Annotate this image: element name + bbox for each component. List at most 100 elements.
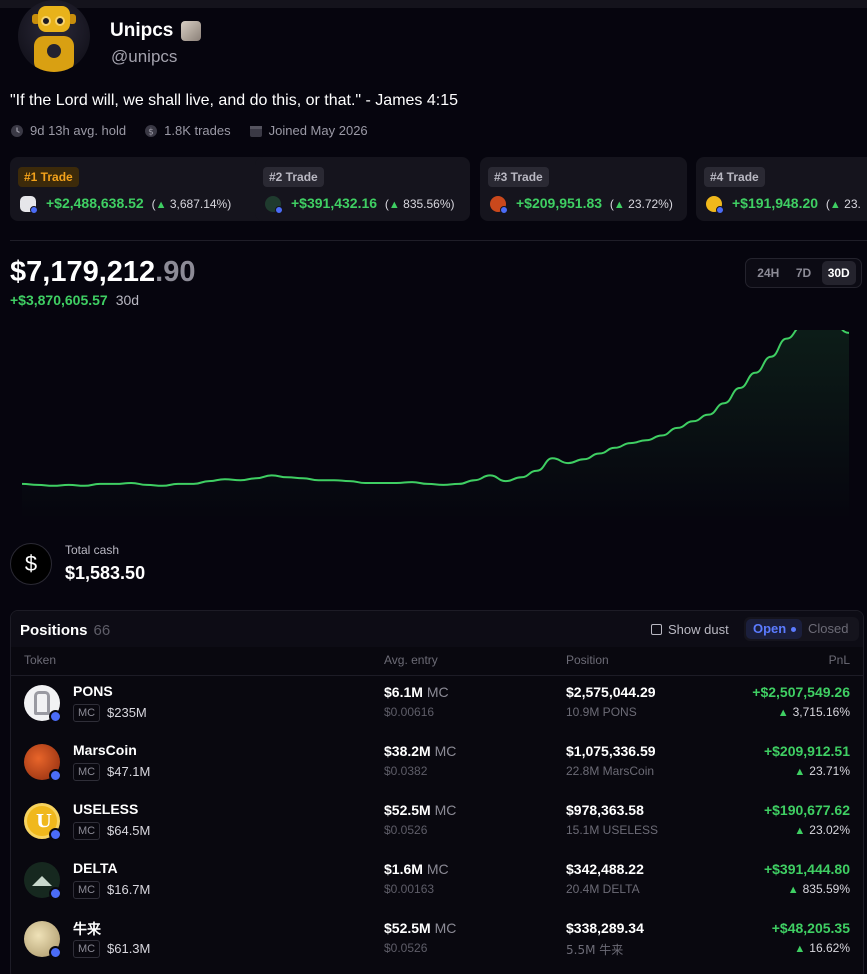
- robot-eye-right: [55, 16, 65, 26]
- trade-pnl: +$209,951.83 (▲ 23.72%): [516, 195, 673, 211]
- entry-price: $0.00616: [384, 705, 435, 719]
- verified-icon: [500, 206, 508, 214]
- portfolio-value: $7,179,212.90: [10, 256, 196, 288]
- verified-icon: [49, 887, 62, 900]
- market-cap: $47.1M: [107, 764, 151, 779]
- position-value: $978,363.58: [566, 802, 644, 818]
- trade-tag: #2 Trade: [263, 167, 324, 187]
- open-closed-toggle: Open Closed: [744, 617, 859, 641]
- robot-body: [34, 36, 74, 72]
- pnl-value: +$2,507,549.26: [752, 684, 850, 700]
- trade-card-3[interactable]: #3 Trade +$209,951.83 (▲ 23.72%): [480, 157, 687, 221]
- stat-avg-hold-label: 9d 13h avg. hold: [30, 123, 127, 138]
- market-cap: $235M: [107, 705, 147, 720]
- top-bar: [0, 0, 867, 8]
- entry-price: $0.00163: [384, 882, 435, 896]
- pnl-value: +$209,912.51: [763, 743, 850, 759]
- avg-entry: $1.6M MC: [384, 861, 449, 877]
- positions-panel: Positions 66 Show dust Open Closed Token …: [10, 610, 864, 974]
- trade-pnl: +$2,488,638.52 (▲ 3,687.14%): [46, 195, 232, 211]
- pnl-value: +$48,205.35: [771, 920, 850, 936]
- trade-pnl: +$391,432.16 (▲ 835.56%): [291, 195, 455, 211]
- range-selector: 24H 7D 30D: [745, 258, 862, 288]
- range-7d-button[interactable]: 7D: [790, 261, 817, 285]
- open-tab[interactable]: Open: [746, 619, 802, 639]
- profile-handle: @unipcs: [111, 47, 178, 66]
- token-name: PONS: [73, 683, 113, 699]
- pnl-value: +$190,677.62: [763, 802, 850, 818]
- robot-eye-left: [41, 16, 51, 26]
- table-row[interactable]: MarsCoin MC $47.1M $38.2M MC $0.0382 $1,…: [11, 734, 863, 792]
- mc-tag: MC: [73, 940, 101, 958]
- trade-tag: #4 Trade: [704, 167, 765, 187]
- pnl-percent: ▲ 3,715.16%: [777, 705, 850, 719]
- column-token: Token: [24, 653, 57, 667]
- positions-title: Positions 66: [20, 622, 111, 639]
- closed-tab[interactable]: Closed: [808, 619, 848, 639]
- pnl-percent: ▲ 23.02%: [794, 823, 850, 837]
- position-value: $2,575,044.29: [566, 684, 656, 700]
- useless-glyph: U: [36, 811, 52, 832]
- svg-text:$: $: [148, 127, 154, 137]
- profile-name: Unipcs: [110, 20, 174, 41]
- market-cap: $16.7M: [107, 882, 151, 897]
- verified-icon: [275, 206, 283, 214]
- position-value: $1,075,336.59: [566, 743, 656, 759]
- token-name: MarsCoin: [73, 742, 137, 758]
- avg-entry: $38.2M MC: [384, 743, 457, 759]
- avg-entry: $52.5M MC: [384, 802, 457, 818]
- show-dust-label: Show dust: [668, 622, 729, 637]
- coins-icon: $: [145, 124, 158, 137]
- entry-price: $0.0526: [384, 941, 428, 955]
- trade-tag: #1 Trade: [18, 167, 79, 187]
- position-amount: 20.4M DELTA: [566, 882, 640, 896]
- divider: [10, 240, 867, 241]
- position-amount: 22.8M MarsCoin: [566, 764, 655, 778]
- profile-badge-icon: [181, 21, 201, 41]
- verified-icon: [49, 769, 62, 782]
- clock-icon: [11, 124, 23, 137]
- verified-icon: [716, 206, 724, 214]
- active-dot-icon: [791, 627, 797, 633]
- verified-icon: [49, 710, 62, 723]
- trade-card-2[interactable]: #2 Trade +$391,432.16 (▲ 835.56%): [255, 157, 470, 221]
- trade-card-1[interactable]: #1 Trade +$2,488,638.52 (▲ 3,687.14%): [10, 157, 274, 221]
- mc-tag: MC: [73, 822, 101, 840]
- pnl-percent: ▲ 23.71%: [794, 764, 850, 778]
- pnl-value: +$391,444.80: [763, 861, 850, 877]
- dollar-icon: $: [10, 543, 52, 585]
- column-position: Position: [566, 653, 609, 667]
- stat-trades: $ 1.8K trades: [144, 123, 231, 138]
- calendar-icon: [249, 125, 262, 137]
- trade-tag: #3 Trade: [488, 167, 549, 187]
- column-pnl: PnL: [828, 653, 850, 667]
- position-amount: 10.9M PONS: [566, 705, 637, 719]
- avg-entry: $52.5M MC: [384, 920, 457, 936]
- position-amount: 15.1M USELESS: [566, 823, 659, 837]
- position-value: $338,289.34: [566, 920, 644, 936]
- market-cap: $64.5M: [107, 823, 151, 838]
- column-avg-entry: Avg. entry: [384, 653, 438, 667]
- pnl-percent: ▲ 16.62%: [794, 941, 850, 955]
- profile-avatar[interactable]: [18, 0, 90, 72]
- mc-tag: MC: [73, 704, 101, 722]
- robot-chest: [47, 44, 61, 58]
- pnl-chart: [21, 330, 850, 520]
- table-row[interactable]: DELTA MC $16.7M $1.6M MC $0.00163 $342,4…: [11, 852, 863, 910]
- range-30d-button[interactable]: 30D: [821, 261, 856, 285]
- table-row[interactable]: PONS MC $235M $6.1M MC $0.00616 $2,575,0…: [11, 675, 863, 733]
- table-row[interactable]: U USELESS MC $64.5M $52.5M MC $0.0526 $9…: [11, 793, 863, 851]
- top-trades: #1 Trade +$2,488,638.52 (▲ 3,687.14%) #2…: [10, 157, 867, 221]
- token-name: 牛来: [73, 922, 101, 938]
- stat-joined: Joined May 2026: [249, 123, 368, 138]
- position-amount: 5.5M 牛来: [566, 943, 624, 957]
- range-24h-button[interactable]: 24H: [751, 261, 785, 285]
- cash-label: Total cash: [65, 543, 120, 557]
- show-dust-toggle[interactable]: Show dust: [651, 622, 729, 637]
- trade-card-4[interactable]: #4 Trade +$191,948.20 (▲ 23.: [696, 157, 867, 221]
- checkbox-icon[interactable]: [651, 624, 662, 635]
- robot-head: [38, 6, 70, 32]
- portfolio-change: +$3,870,605.57 30d: [10, 292, 140, 308]
- table-row[interactable]: 牛来 MC $61.3M $52.5M MC $0.0526 $338,289.…: [11, 911, 863, 969]
- pons-glyph: [34, 691, 50, 715]
